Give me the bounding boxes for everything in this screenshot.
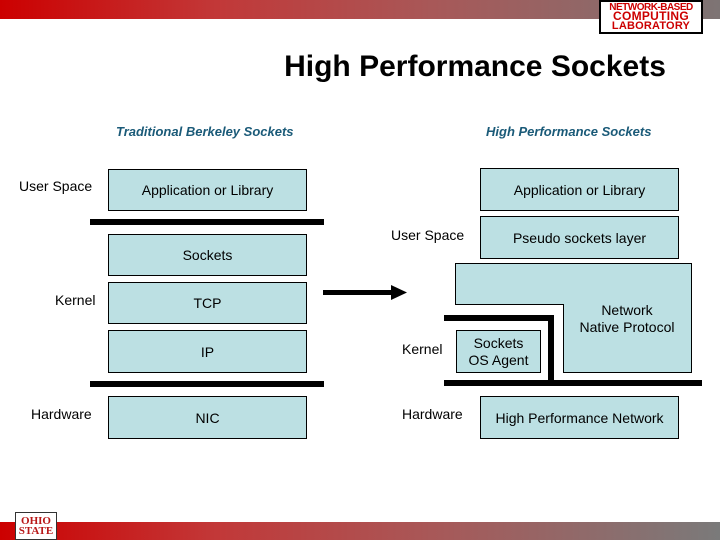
right-arrow-icon [323, 285, 407, 300]
user-kernel-boundary-vertical [548, 315, 554, 386]
box-high-performance-network: High Performance Network [480, 396, 679, 439]
box-label: OS Agent [468, 351, 529, 368]
slide-title: High Performance Sockets [284, 50, 666, 83]
kernel-hardware-boundary [444, 380, 702, 386]
user-kernel-boundary [90, 219, 324, 225]
traditional-heading: Traditional Berkeley Sockets [116, 124, 294, 139]
box-application-or-library: Application or Library [480, 168, 679, 211]
box-pseudo-sockets-layer: Pseudo sockets layer [480, 216, 679, 259]
box-label: Application or Library [513, 181, 646, 198]
box-ip: IP [108, 330, 307, 373]
native-protocol-label: Network Native Protocol [564, 302, 690, 336]
user-kernel-boundary [444, 315, 554, 321]
box-label: NIC [195, 409, 220, 426]
label-user-space: User Space [19, 178, 93, 194]
label-hardware: Hardware [402, 406, 463, 422]
footer-bar [0, 522, 720, 540]
box-sockets: Sockets [108, 234, 307, 276]
label-hardware: Hardware [31, 406, 92, 422]
university-logo-line: STATE [18, 525, 54, 537]
box-label: Native Protocol [579, 319, 675, 335]
label-user-space: User Space [391, 227, 465, 243]
box-label: Network [601, 302, 653, 318]
box-label: IP [200, 343, 215, 360]
label-kernel: Kernel [55, 292, 96, 308]
box-tcp: TCP [108, 282, 307, 324]
box-label: Sockets [182, 247, 233, 263]
university-logo: OHIO STATE [15, 512, 57, 540]
box-label: TCP [193, 295, 222, 311]
high-performance-heading: High Performance Sockets [486, 124, 652, 139]
box-sockets-os-agent: Sockets OS Agent [456, 330, 541, 373]
kernel-hardware-boundary [90, 381, 324, 387]
box-application-or-library: Application or Library [108, 169, 307, 211]
box-label: High Performance Network [495, 409, 664, 426]
box-label: Sockets [473, 334, 524, 351]
lab-logo-line: LABORATORY [611, 19, 691, 32]
label-kernel: Kernel [402, 341, 443, 357]
box-label: Pseudo sockets layer [512, 229, 647, 246]
lab-logo: NETWORK-BASED COMPUTING LABORATORY [599, 0, 703, 34]
box-nic: NIC [108, 396, 307, 439]
box-label: Application or Library [141, 182, 274, 198]
